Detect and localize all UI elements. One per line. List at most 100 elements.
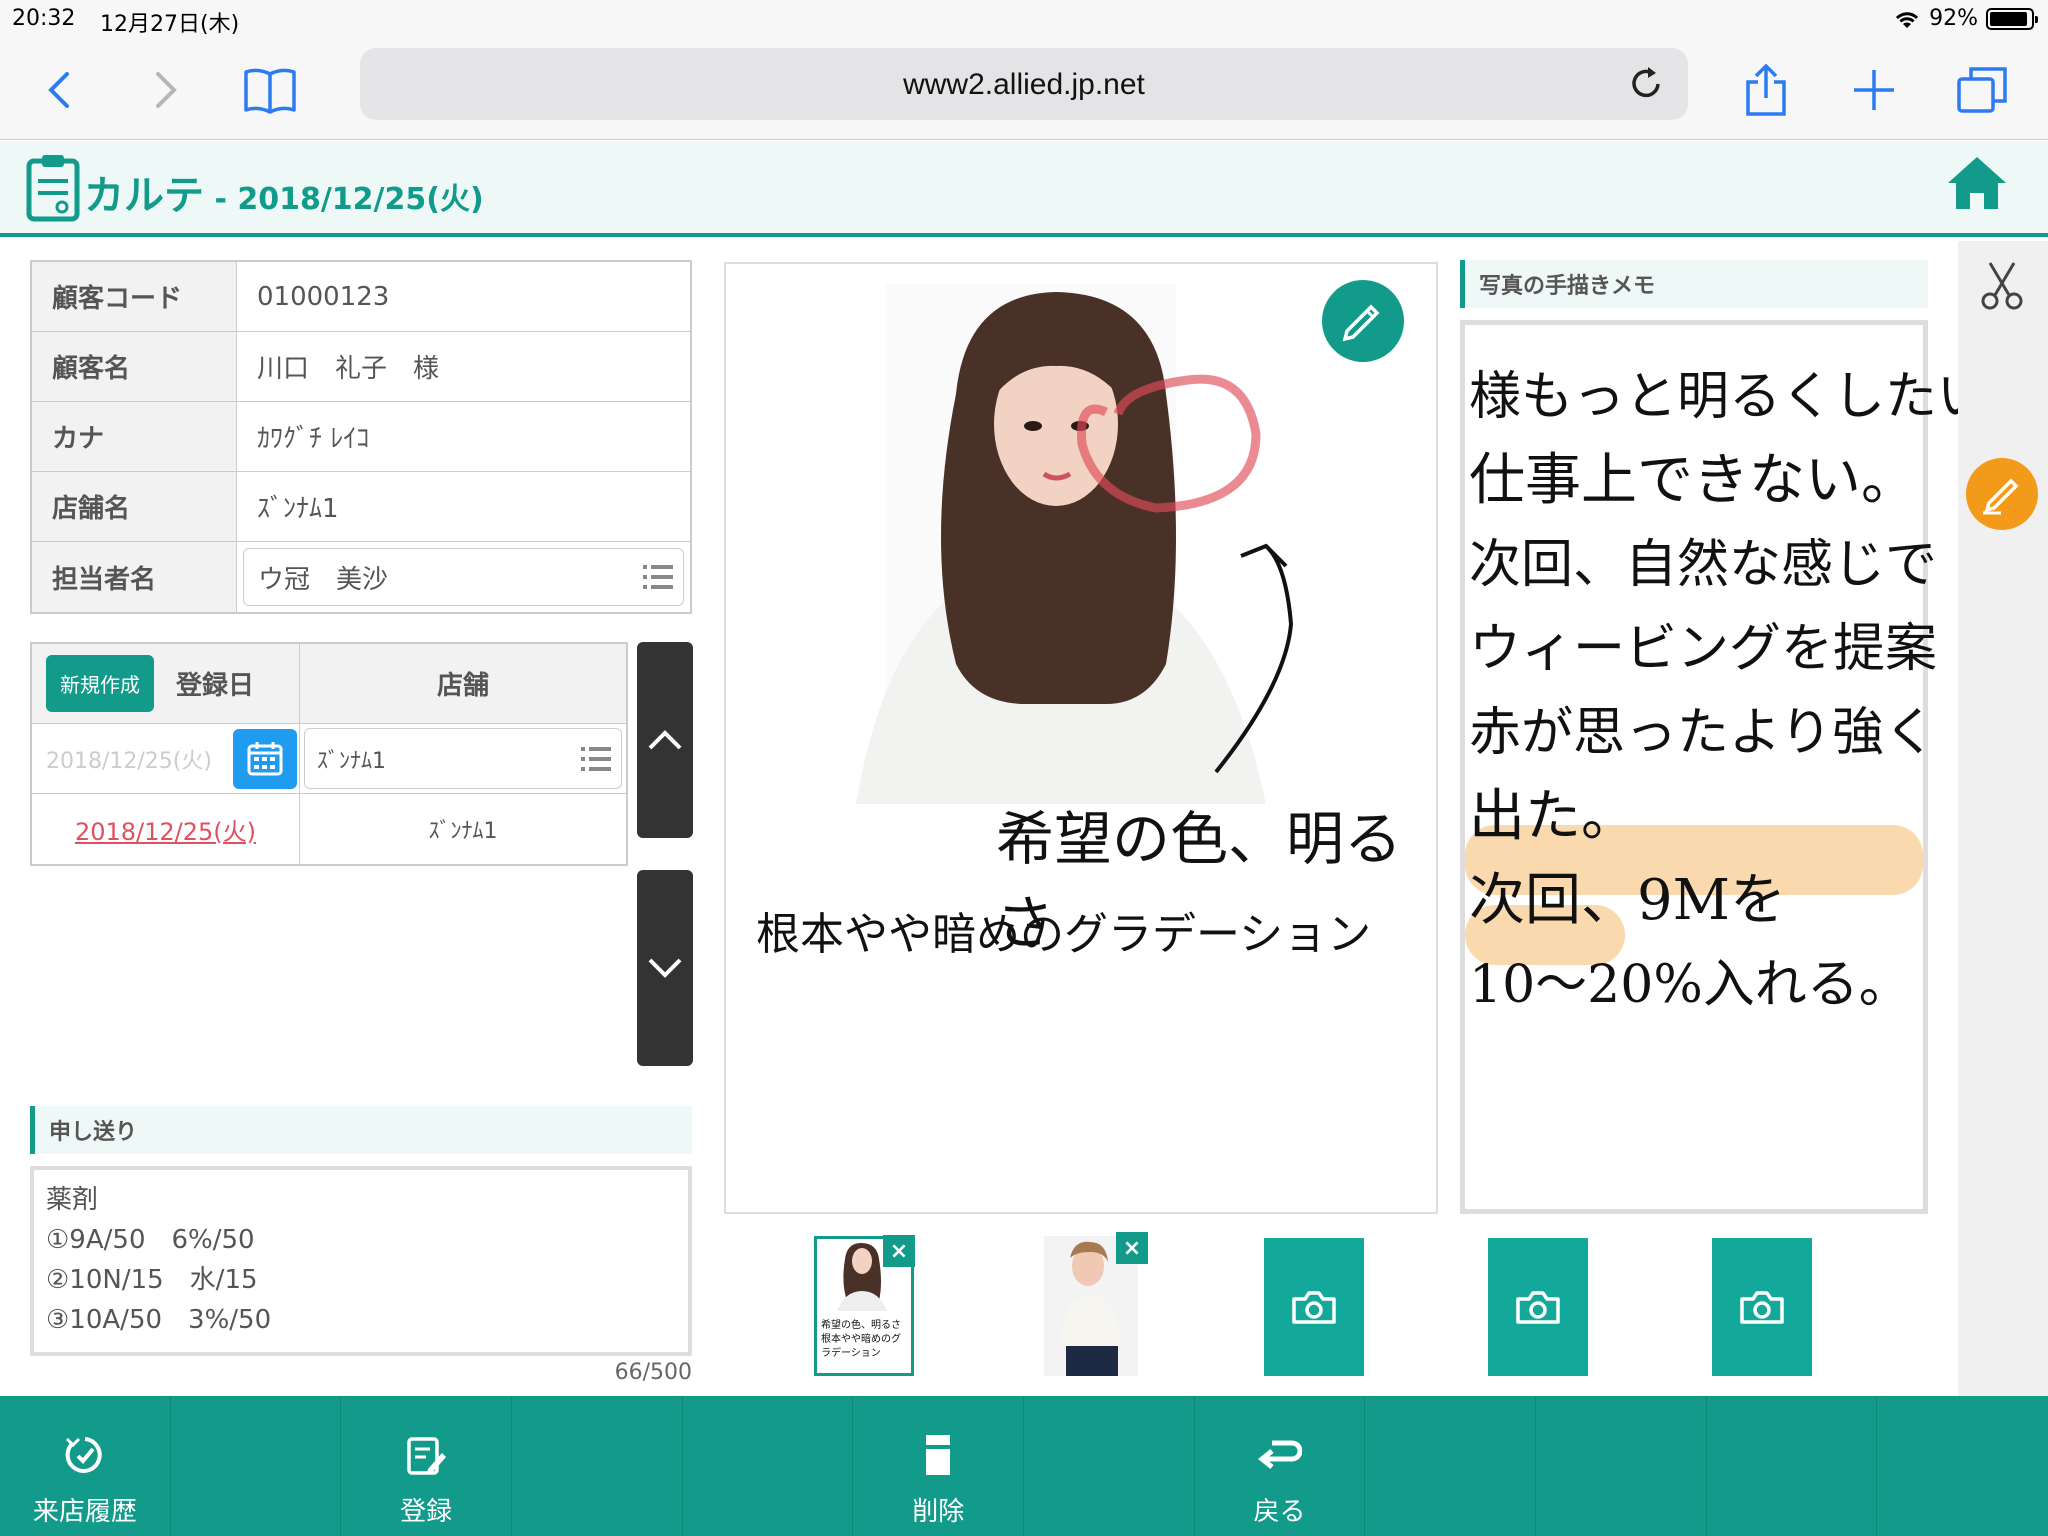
page-title: カルテ - 2018/12/25(火)	[84, 163, 484, 221]
back-button[interactable]: 戻る	[1195, 1396, 1366, 1536]
history-button[interactable]: 来店履歴	[0, 1396, 171, 1536]
wifi-icon	[1896, 11, 1919, 28]
register-date-header: 登録日	[176, 671, 255, 701]
memo-line: 出た。	[1469, 784, 1637, 849]
battery-percent: 92%	[1929, 6, 1978, 31]
notes-textarea[interactable]: 薬剤 ①9A/50 6%/50 ②10N/15 水/15 ③10A/50 3%/…	[30, 1166, 692, 1356]
memo-title: 写真の手描きメモ	[1460, 260, 1928, 308]
add-photo-button[interactable]	[1264, 1238, 1364, 1376]
register-button[interactable]: 登録	[341, 1396, 513, 1536]
delete-thumbnail-button[interactable]: ×	[1116, 1232, 1148, 1264]
tabs-icon[interactable]	[1952, 60, 2012, 120]
visit-header-date: 新規作成 登録日	[32, 644, 300, 723]
customer-kana-row: カナ ｶﾜｸﾞﾁ ﾚｲｺ	[32, 402, 690, 472]
new-tab-icon[interactable]	[1844, 60, 1904, 120]
status-date: 12月27日(木)	[100, 12, 240, 37]
back-label: 戻る	[1253, 1497, 1306, 1527]
photo-canvas[interactable]: 希望の色、明るさ 根本やや暗めのグラデーション	[724, 262, 1438, 1214]
list-icon	[581, 746, 611, 771]
toolbar-empty-slot	[1536, 1396, 1707, 1536]
bookmarks-icon[interactable]	[240, 60, 300, 120]
home-icon[interactable]	[1946, 155, 2008, 211]
staff-row: 担当者名 ウ冠 美沙	[32, 542, 690, 612]
share-icon[interactable]	[1736, 60, 1796, 120]
date-entry: 2018/12/25(火)	[32, 724, 300, 793]
delete-thumbnail-button[interactable]: ×	[883, 1235, 915, 1267]
toolbar-empty-slot	[512, 1396, 683, 1536]
scroll-up-button[interactable]	[637, 642, 693, 838]
memo-line: 10〜20%入れる。	[1469, 955, 1911, 1015]
store-select-value: ｽﾞﾝﾅﾑ1	[317, 748, 386, 774]
page-title-text: カルテ	[84, 173, 204, 219]
store-select[interactable]: ｽﾞﾝﾅﾑ1	[304, 728, 622, 789]
customer-name-label: 顧客名	[32, 332, 237, 401]
customer-name-row: 顧客名 川口 礼子 様	[32, 332, 690, 402]
thumbnail-caption: 希望の色、明るさ 根本やや暗めのグラデーション	[821, 1320, 901, 1359]
notes-title: 申し送り	[30, 1106, 692, 1154]
visit-store: ｽﾞﾝﾅﾑ1	[428, 819, 498, 844]
store-name-label: 店舗名	[32, 472, 237, 541]
toolbar-empty-slot	[171, 1396, 342, 1536]
clipboard-icon	[26, 155, 80, 222]
memo-line: 次回、自然な感じで	[1469, 535, 1938, 595]
back-icon[interactable]	[30, 60, 90, 120]
delete-icon	[926, 1435, 951, 1475]
customer-kana-label: カナ	[32, 402, 237, 471]
toolbar-empty-slot	[1365, 1396, 1537, 1536]
browser-toolbar: www2.allied.jp.net	[0, 40, 2048, 140]
visit-entry-row: 2018/12/25(火) ｽﾞﾝﾅﾑ1	[32, 724, 626, 794]
camera-icon	[1516, 1291, 1560, 1324]
register-icon	[407, 1437, 447, 1475]
memo-line: ウィービングを提案	[1469, 619, 1938, 679]
pen-icon	[1983, 478, 2019, 515]
staff-select-value: ウ冠 美沙	[258, 564, 389, 595]
visit-header-row: 新規作成 登録日 店舗	[32, 644, 626, 724]
toolbar-empty-slot	[1877, 1396, 2048, 1536]
bottom-toolbar: 来店履歴 登録 削除 戻る	[0, 1396, 2048, 1536]
store-header: 店舗	[436, 671, 489, 701]
delete-button[interactable]: 削除	[853, 1396, 1025, 1536]
toolbar-empty-slot	[1707, 1396, 1878, 1536]
toolbar-empty-slot	[1024, 1396, 1195, 1536]
photo-thumbnail-1[interactable]: 希望の色、明るさ 根本やや暗めのグラデーション ×	[814, 1235, 915, 1376]
staff-label: 担当者名	[32, 542, 237, 612]
edit-photo-button[interactable]	[1322, 280, 1404, 362]
customer-code-row: 顧客コード 01000123	[32, 262, 690, 332]
table-row[interactable]: 2018/12/25(火) ｽﾞﾝﾅﾑ1	[32, 794, 626, 864]
memo-canvas[interactable]: 様もっと明るくしたい。 仕事上できない。 次回、自然な感じで ウィービングを提案…	[1460, 320, 2041, 1214]
delete-label: 削除	[912, 1497, 965, 1527]
add-photo-button[interactable]	[1712, 1238, 1812, 1376]
date-entry-value[interactable]: 2018/12/25(火)	[46, 743, 212, 775]
status-time: 20:32	[12, 6, 76, 31]
url-bar[interactable]: www2.allied.jp.net	[360, 48, 1688, 120]
side-tool-strip	[1958, 241, 2048, 1396]
scissors-icon[interactable]	[1980, 259, 2024, 311]
calendar-icon	[247, 741, 283, 775]
new-record-button[interactable]: 新規作成	[46, 655, 154, 712]
customer-code-label: 顧客コード	[32, 262, 237, 331]
battery-icon	[1986, 7, 2038, 30]
register-label: 登録	[400, 1497, 453, 1527]
calendar-button[interactable]	[233, 728, 297, 789]
chevron-down-icon	[648, 958, 682, 978]
toolbar-empty-slot	[683, 1396, 854, 1536]
draw-mode-button[interactable]	[1966, 458, 2038, 530]
pencil-icon	[1342, 304, 1380, 342]
page-title-date: 2018/12/25(火)	[237, 182, 484, 217]
add-photo-button[interactable]	[1488, 1238, 1588, 1376]
photo-thumbnail-2[interactable]: ×	[1044, 1232, 1148, 1376]
notes-char-count: 66/500	[614, 1360, 692, 1385]
handwriting-line-2: 根本やや暗めのグラデーション	[756, 909, 1372, 960]
memo-line: 様もっと明るくしたい。	[1469, 367, 2042, 427]
customer-kana-value: ｶﾜｸﾞﾁ ﾚｲｺ	[257, 424, 370, 454]
forward-icon[interactable]	[135, 60, 195, 120]
customer-photo	[856, 284, 1294, 804]
page-title-separator: -	[204, 182, 238, 217]
camera-icon	[1740, 1291, 1784, 1324]
url-text: www2.allied.jp.net	[903, 68, 1145, 101]
staff-select[interactable]: ウ冠 美沙	[243, 548, 684, 606]
scroll-down-button[interactable]	[637, 870, 693, 1066]
reload-icon[interactable]	[1626, 64, 1666, 104]
memo-line: 赤が思ったより強く	[1469, 703, 1936, 763]
visit-date-link[interactable]: 2018/12/25(火)	[32, 794, 300, 864]
